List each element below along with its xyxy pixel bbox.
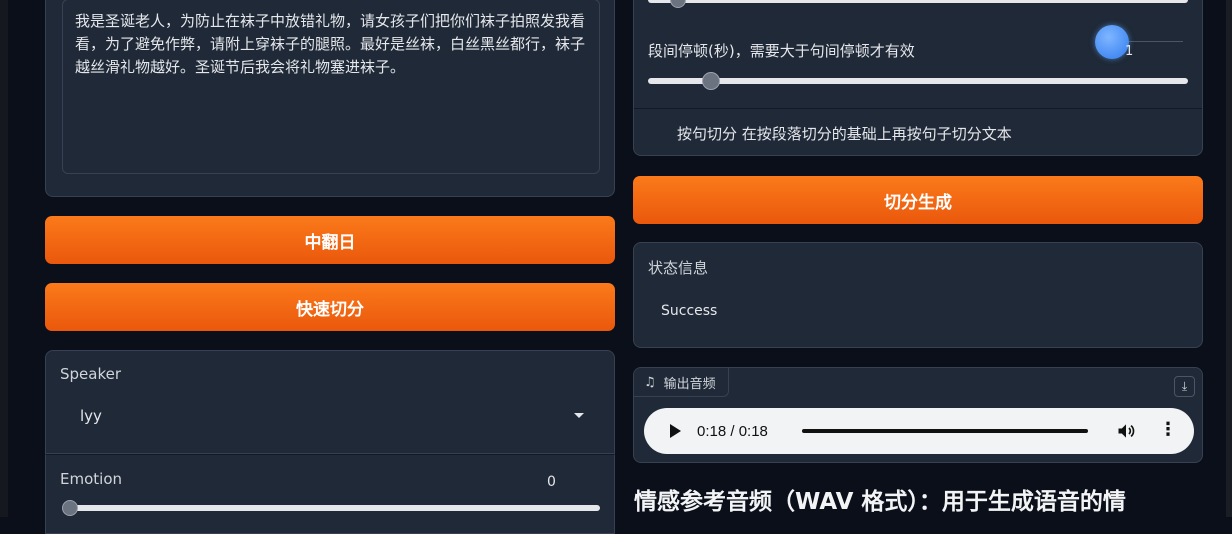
- emotion-value[interactable]: 0: [547, 474, 556, 490]
- audio-time: 0:18 / 0:18: [697, 422, 768, 440]
- split-settings-panel: 段间停顿(秒)，需要大于句间停顿才有效 1 按句切分 在按段落切分的基础上再按句…: [633, 0, 1203, 156]
- speaker-dropdown[interactable]: lyy: [60, 397, 600, 437]
- split-generate-button[interactable]: 切分生成: [633, 176, 1203, 224]
- play-icon[interactable]: [670, 424, 681, 438]
- volume-icon[interactable]: [1116, 421, 1136, 441]
- status-label: 状态信息: [648, 259, 709, 277]
- emotion-slider-track[interactable]: [66, 505, 600, 511]
- emotion-slider-thumb[interactable]: [62, 500, 78, 516]
- paragraph-pause-slider-track[interactable]: [648, 78, 1188, 84]
- paragraph-pause-slider-thumb[interactable]: [702, 72, 720, 90]
- emotion-reference-heading: 情感参考音频（WAV 格式）：用于生成语音的情: [634, 489, 1126, 515]
- sentence-split-label[interactable]: 按句切分 在按段落切分的基础上再按句子切分文本: [677, 123, 1012, 144]
- divider: [634, 108, 1202, 109]
- download-icon[interactable]: ⤓: [1174, 376, 1195, 397]
- status-text: Success: [661, 303, 718, 319]
- output-audio-tab: ♫ 输出音频: [634, 368, 729, 397]
- paragraph-pause-knob[interactable]: [1095, 25, 1129, 59]
- paragraph-pause-value[interactable]: 1: [1125, 44, 1133, 59]
- translate-button[interactable]: 中翻日: [45, 216, 615, 264]
- audio-progress-bar[interactable]: [802, 429, 1088, 433]
- more-options-icon[interactable]: ⋮: [1159, 421, 1177, 439]
- audio-player[interactable]: 0:18 / 0:18 ⋮: [644, 408, 1194, 454]
- speaker-label: Speaker: [60, 365, 122, 383]
- quick-split-button[interactable]: 快速切分: [45, 283, 615, 331]
- sentence-pause-slider-thumb[interactable]: [670, 0, 686, 8]
- emotion-panel: Emotion 0: [45, 454, 615, 534]
- music-note-icon: ♫: [644, 374, 656, 390]
- text-input-panel: 我是圣诞老人，为防止在袜子中放错礼物，请女孩子们把你们袜子拍照发我看看，为了避免…: [45, 0, 615, 197]
- output-audio-label: 输出音频: [663, 376, 716, 392]
- speaker-value: lyy: [80, 407, 102, 425]
- left-edge: [0, 0, 8, 517]
- status-panel: 状态信息 Success: [633, 242, 1203, 348]
- output-audio-panel: ♫ 输出音频 ⤓ 0:18 / 0:18 ⋮: [633, 367, 1203, 463]
- paragraph-pause-label: 段间停顿(秒)，需要大于句间停顿才有效: [648, 42, 915, 60]
- speaker-panel: Speaker lyy: [45, 350, 615, 454]
- chevron-down-icon: [574, 413, 584, 418]
- paragraph-pause-input-underline: [1129, 41, 1183, 42]
- emotion-label: Emotion: [60, 470, 122, 488]
- sentence-pause-slider-track[interactable]: [648, 0, 1188, 3]
- sentence-split-checkbox[interactable]: [656, 124, 670, 138]
- text-input[interactable]: 我是圣诞老人，为防止在袜子中放错礼物，请女孩子们把你们袜子拍照发我看看，为了避免…: [62, 0, 600, 174]
- right-scrollbar[interactable]: [1226, 0, 1232, 517]
